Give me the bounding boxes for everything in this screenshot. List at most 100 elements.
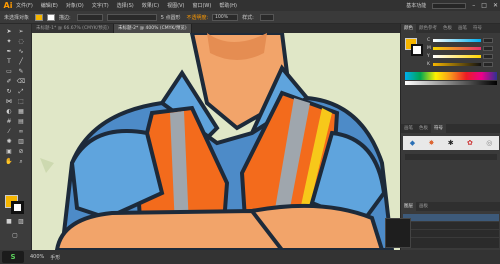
magic-wand-icon[interactable]: ✦	[4, 38, 14, 46]
tab-document-1[interactable]: 未标题-1* @ 66.67% (CMYK/预览)	[32, 24, 114, 33]
shaper-tool-icon[interactable]: ✐	[4, 78, 14, 86]
rectangle-tool-icon[interactable]: ▭	[4, 68, 14, 76]
curvature-tool-icon[interactable]: ∿	[16, 48, 26, 56]
y-track[interactable]	[433, 54, 481, 58]
y-value[interactable]	[483, 53, 493, 59]
width-tool-icon[interactable]: ⋈	[4, 98, 14, 106]
menu-effect[interactable]: 效果(C)	[142, 2, 159, 9]
symbol-sprayer-icon[interactable]: ✺	[4, 138, 14, 146]
tab-color[interactable]: 颜色	[401, 24, 416, 33]
k-value[interactable]	[483, 61, 493, 67]
tab-symbols[interactable]: 符号	[470, 24, 485, 33]
close-button[interactable]: ✕	[493, 2, 498, 9]
stroke-weight-field[interactable]	[76, 13, 103, 21]
menu-file[interactable]: 文件(F)	[16, 2, 33, 9]
eraser-icon[interactable]: ⌫	[16, 78, 26, 86]
line-tool-icon[interactable]: ╱	[16, 58, 26, 66]
slider-c[interactable]: C	[427, 37, 497, 43]
menu-view[interactable]: 视图(V)	[167, 2, 184, 9]
menu-bar: Ai 文件(F) 编辑(E) 对象(O) 文字(T) 选择(S) 效果(C) 视…	[0, 0, 500, 11]
blend-tool-icon[interactable]: ∞	[16, 128, 26, 136]
grayscale-ramp[interactable]	[405, 81, 497, 85]
tab-symbol-2[interactable]: 符号	[431, 124, 446, 133]
tab-swatch-2[interactable]: 色板	[416, 124, 431, 133]
rotate-tool-icon[interactable]: ↻	[4, 88, 14, 96]
layer-row[interactable]	[403, 214, 499, 222]
search-input[interactable]	[432, 2, 467, 9]
tab-document-2[interactable]: 未标题-2* @ 400% (CMYK/预览)	[113, 24, 192, 33]
tab-brushes[interactable]: 画笔	[455, 24, 470, 33]
menu-help[interactable]: 帮助(H)	[219, 2, 237, 9]
artboard-tool-icon[interactable]: ▣	[4, 148, 14, 156]
tab-layers[interactable]: 图层	[401, 202, 416, 211]
paintbrush-icon[interactable]: ✎	[16, 68, 26, 76]
hand-tool-icon[interactable]: ✋	[4, 158, 14, 166]
c-value[interactable]	[483, 37, 493, 43]
menu-type[interactable]: 文字(T)	[92, 2, 109, 9]
maximize-button[interactable]: □	[481, 2, 487, 9]
menu-object[interactable]: 对象(O)	[66, 2, 84, 9]
brush-definition[interactable]: 5 点圆形	[161, 14, 181, 21]
gradient-tool-icon[interactable]: ▤	[16, 118, 26, 126]
tab-artboards[interactable]: 画板	[416, 202, 431, 211]
menu-window[interactable]: 窗口(W)	[192, 2, 211, 9]
current-tool: 手形	[50, 254, 61, 261]
m-track[interactable]	[433, 46, 481, 50]
workspace-switcher[interactable]: 基本功能	[406, 2, 426, 9]
variable-width-profile[interactable]	[106, 13, 157, 21]
slider-m[interactable]: M	[427, 45, 497, 51]
brush-panel-tabs: 画笔 色板 符号	[401, 124, 500, 133]
shape-builder-icon[interactable]: ◐	[4, 108, 14, 116]
symbol-splat-icon[interactable]: ✸	[428, 139, 434, 147]
zoom-tool-icon[interactable]: ⌕	[16, 158, 26, 166]
menu-edit[interactable]: 编辑(E)	[41, 2, 58, 9]
graph-tool-icon[interactable]: ▥	[16, 138, 26, 146]
symbol-flower-icon[interactable]: ✿	[467, 139, 473, 147]
layer-row[interactable]	[403, 222, 499, 230]
layer-row[interactable]	[403, 230, 499, 238]
menu-select[interactable]: 选择(S)	[117, 2, 134, 9]
style-label: 样式:	[242, 14, 254, 21]
opacity-field[interactable]: 100%	[212, 13, 239, 21]
minimize-button[interactable]: –	[472, 2, 475, 9]
zoom-level[interactable]: 400%	[30, 254, 44, 260]
lasso-icon[interactable]: ◌	[16, 38, 26, 46]
color-mode-icon[interactable]: ■	[4, 218, 14, 226]
symbol-black-icon[interactable]: ✱	[448, 139, 454, 147]
color-spectrum[interactable]	[405, 72, 497, 80]
k-track[interactable]	[433, 62, 481, 66]
stroke-color-swatch[interactable]	[47, 13, 56, 21]
c-track[interactable]	[433, 38, 481, 42]
selection-tool-icon[interactable]: ➤	[4, 28, 14, 36]
scale-tool-icon[interactable]: ⤢	[16, 88, 26, 96]
mesh-tool-icon[interactable]: #	[4, 118, 14, 126]
stroke-label: 描边:	[59, 14, 71, 21]
symbol-blue-icon[interactable]: ◆	[410, 139, 415, 147]
opacity-label[interactable]: 不透明度:	[186, 14, 208, 21]
layers-list[interactable]	[403, 214, 499, 248]
m-value[interactable]	[483, 45, 493, 51]
tab-swatches[interactable]: 色板	[440, 24, 455, 33]
gradient-mode-icon[interactable]: ▨	[16, 218, 26, 226]
direct-selection-tool-icon[interactable]: ➢	[16, 28, 26, 36]
stroke-swatch[interactable]	[11, 201, 24, 214]
type-tool-icon[interactable]: T	[4, 58, 14, 66]
fill-color-swatch[interactable]	[35, 13, 44, 21]
slider-k[interactable]: K	[427, 61, 497, 67]
right-panels: 颜色 颜色参考 色板 画笔 符号 C M Y K 画笔 色板 符号 ◆ ✸ ✱ …	[400, 24, 500, 250]
symbol-ring-icon[interactable]: ◎	[486, 139, 492, 147]
tab-color-guide[interactable]: 颜色参考	[416, 24, 440, 33]
taskbar-app-icon[interactable]: S	[2, 251, 24, 263]
artboard-canvas[interactable]	[32, 33, 400, 250]
tab-brush[interactable]: 画笔	[401, 124, 416, 133]
style-picker[interactable]	[259, 13, 274, 21]
perspective-grid-icon[interactable]: ▦	[16, 108, 26, 116]
screen-mode-icon[interactable]: ▢	[10, 232, 20, 240]
slice-tool-icon[interactable]: ⊘	[16, 148, 26, 156]
slider-y[interactable]: Y	[427, 53, 497, 59]
free-transform-icon[interactable]: ⬚	[16, 98, 26, 106]
menu-right: 基本功能 – □ ✕	[406, 0, 498, 11]
pen-tool-icon[interactable]: ✒	[4, 48, 14, 56]
panel-stroke-swatch[interactable]	[411, 44, 423, 56]
eyedropper-icon[interactable]: ⁄	[4, 128, 14, 136]
